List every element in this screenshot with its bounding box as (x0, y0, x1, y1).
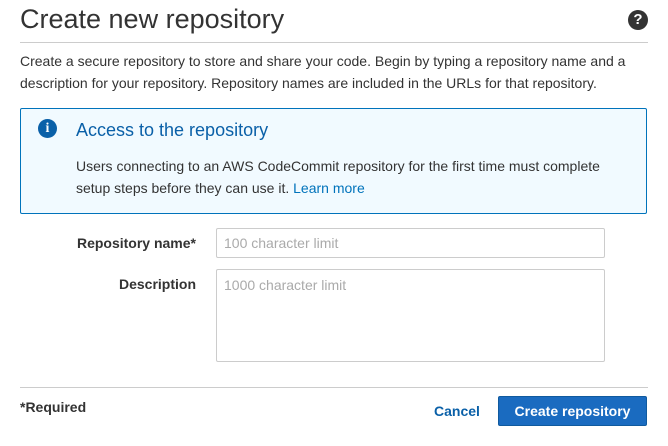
repository-name-label: Repository name* (76, 235, 196, 251)
learn-more-link[interactable]: Learn more (293, 180, 365, 196)
create-repository-dialog: Create new repository ? Create a secure … (0, 0, 668, 446)
header-divider (20, 42, 648, 43)
repository-name-row: Repository name* (0, 228, 668, 260)
repository-name-input[interactable] (216, 228, 605, 258)
description-row: Description (0, 269, 668, 363)
help-icon[interactable]: ? (628, 10, 648, 30)
create-repository-button[interactable]: Create repository (498, 396, 647, 426)
footer-divider (20, 387, 648, 388)
info-body: Users connecting to an AWS CodeCommit re… (76, 155, 631, 199)
info-title: Access to the repository (76, 120, 269, 140)
intro-text: Create a secure repository to store and … (20, 53, 626, 91)
cancel-button[interactable]: Cancel (426, 400, 488, 422)
dialog-title: Create new repository (20, 4, 285, 34)
info-icon: i (38, 119, 57, 138)
required-note: *Required (20, 399, 87, 415)
info-alert: i Access to the repository Users connect… (20, 108, 647, 214)
description-input[interactable] (216, 269, 605, 362)
dialog-header: Create new repository ? (20, 2, 648, 38)
description-label: Description (118, 276, 196, 292)
